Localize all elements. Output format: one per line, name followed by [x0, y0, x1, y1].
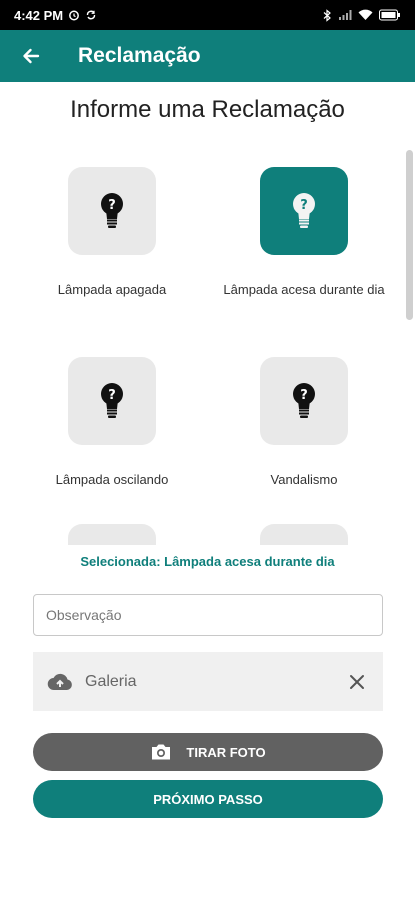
option-lampada-oscilando[interactable]: ? Lâmpada oscilando [17, 357, 207, 491]
next-step-label: PRÓXIMO PASSO [153, 791, 263, 807]
bulb-question-icon: ? [291, 192, 317, 230]
option-tile[interactable]: ? [260, 357, 348, 445]
wifi-icon [358, 9, 373, 21]
section-heading: Informe uma Reclamação [70, 96, 345, 123]
next-step-button[interactable]: PRÓXIMO PASSO [33, 780, 383, 818]
option-label: Lâmpada apagada [57, 282, 167, 297]
bluetooth-icon [323, 8, 332, 22]
selected-option-text: Selecionada: Lâmpada acesa durante dia [80, 554, 335, 569]
option-tile-selected[interactable]: ? [260, 167, 348, 255]
option-label: Lâmpada oscilando [55, 472, 169, 487]
app-bar: Reclamação [0, 30, 415, 82]
status-bar: 4:42 PM [0, 0, 415, 30]
svg-text:?: ? [108, 388, 116, 403]
option-label: Lâmpada acesa durante dia [223, 282, 385, 297]
bulb-question-icon: ? [99, 192, 125, 230]
page-title: Reclamação [78, 44, 201, 67]
option-tile[interactable] [68, 524, 156, 545]
bulb-question-icon: ? [291, 382, 317, 420]
back-arrow-icon [21, 46, 41, 66]
close-icon[interactable] [345, 670, 369, 694]
bulb-question-icon: ? [99, 382, 125, 420]
gallery-label: Galeria [85, 672, 137, 690]
option-label: Vandalismo [270, 472, 338, 487]
svg-text:?: ? [300, 198, 308, 213]
option-tile[interactable]: ? [68, 357, 156, 445]
option-partial[interactable] [17, 524, 207, 545]
svg-text:?: ? [108, 198, 116, 213]
option-lampada-apagada[interactable]: ? Lâmpada apagada [17, 167, 207, 301]
sync-icon [85, 9, 97, 21]
observacao-input[interactable] [33, 594, 383, 636]
status-time: 4:42 PM [14, 7, 64, 23]
option-lampada-acesa[interactable]: ? Lâmpada acesa durante dia [209, 167, 399, 301]
back-button[interactable] [8, 30, 54, 82]
complaint-options-grid: ? Lâmpada apagada ? Lâmpada acesa durant… [0, 150, 415, 545]
camera-icon [150, 743, 172, 761]
option-tile[interactable]: ? [68, 167, 156, 255]
take-photo-label: TIRAR FOTO [186, 744, 266, 760]
take-photo-button[interactable]: TIRAR FOTO [33, 733, 383, 771]
option-partial[interactable] [209, 524, 399, 545]
option-vandalismo[interactable]: ? Vandalismo [209, 357, 399, 491]
cloud-upload-icon [47, 672, 73, 692]
alarm-icon [68, 9, 80, 21]
battery-icon [379, 9, 401, 21]
svg-text:?: ? [300, 388, 308, 403]
option-tile[interactable] [260, 524, 348, 545]
signal-icon [338, 9, 352, 21]
gallery-field[interactable]: Galeria [33, 652, 383, 711]
